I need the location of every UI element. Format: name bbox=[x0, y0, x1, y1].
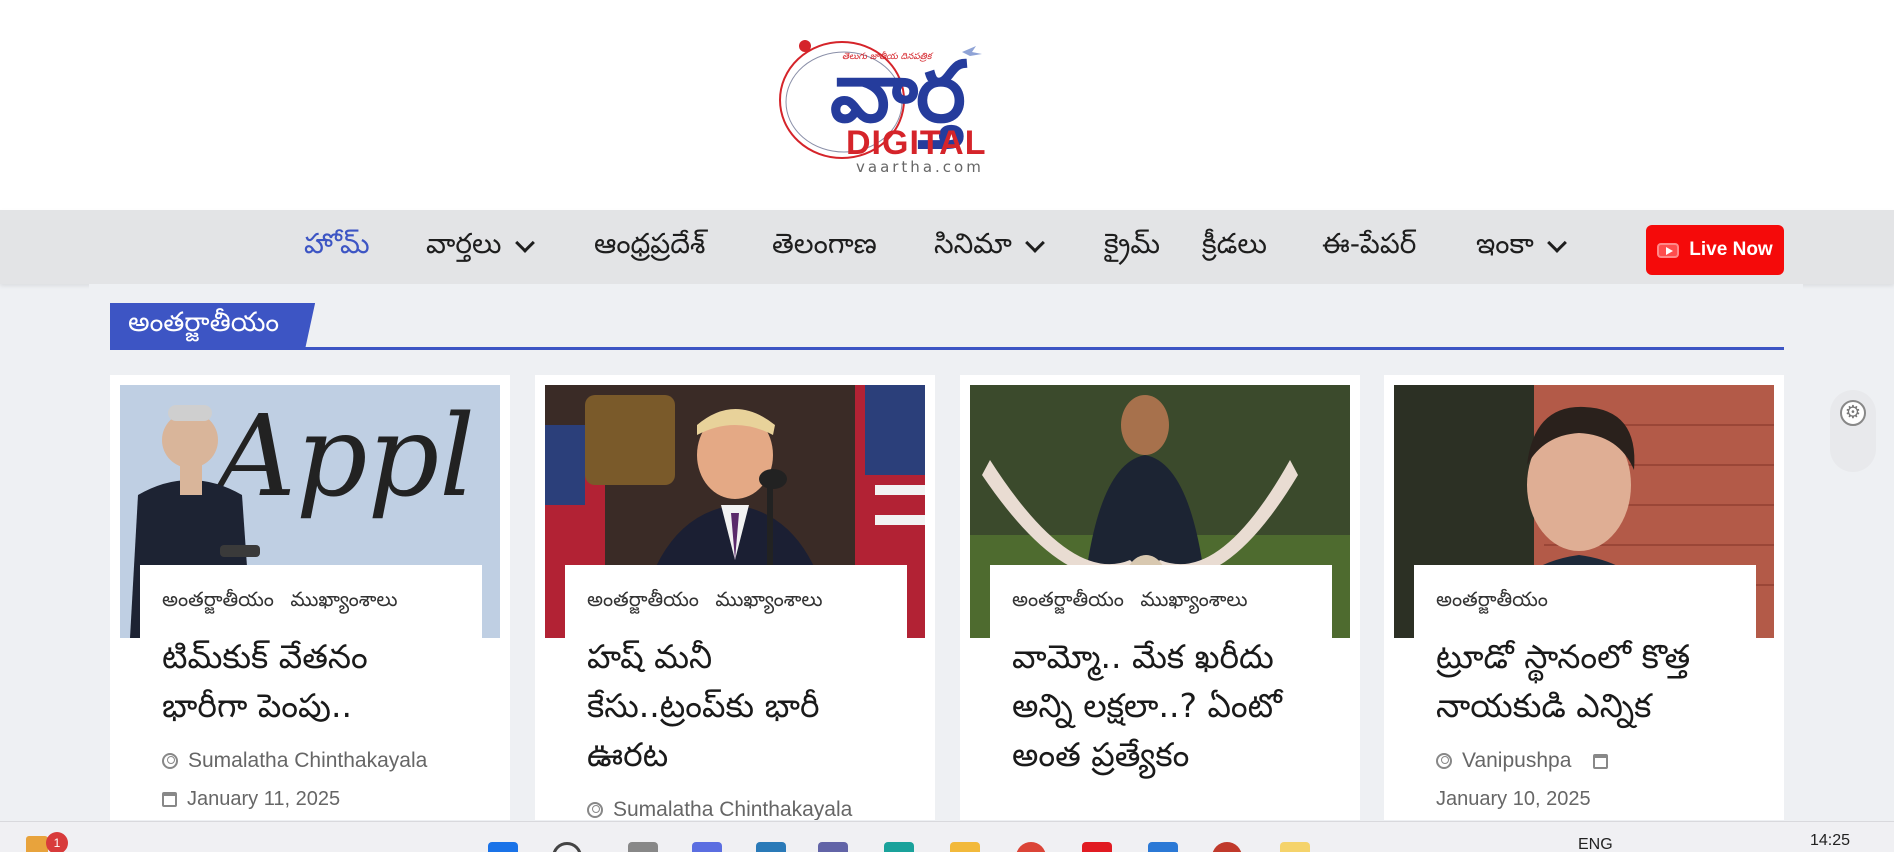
article-card[interactable]: Appl అంతర్జాతీయం ముఖ్యాంశాలు టిమ్‌కుక్ వ… bbox=[110, 375, 510, 820]
article-card[interactable]: అంతర్జాతీయం ముఖ్యాంశాలు హష్ మనీ కేసు..ట్… bbox=[535, 375, 935, 820]
article-categories: అంతర్జాతీయం ముఖ్యాంశాలు bbox=[587, 587, 885, 616]
author-link[interactable]: Sumalatha Chinthakayala bbox=[613, 791, 852, 820]
article-body: అంతర్జాతీయం ముఖ్యాంశాలు హష్ మనీ కేసు..ట్… bbox=[565, 565, 907, 820]
logo-wordmark: వార్త bbox=[830, 43, 966, 141]
article-card[interactable]: అంతర్జాతీయం ట్రూడో స్థానంలో కొత్త నాయకుడ… bbox=[1384, 375, 1784, 820]
edge-icon[interactable] bbox=[884, 842, 914, 852]
article-body: అంతర్జాతీయం ముఖ్యాంశాలు టిమ్‌కుక్ వేతనం … bbox=[140, 565, 482, 820]
folder-icon[interactable] bbox=[1280, 842, 1310, 852]
main-nav: హోమ్ వార్తలు ఆంధ్రప్రదేశ్ తెలంగాణ సినిమా… bbox=[0, 210, 1894, 284]
calendar-icon bbox=[162, 791, 177, 807]
article-categories: అంతర్జాతీయం bbox=[1436, 587, 1734, 616]
article-categories: అంతర్జాతీయం ముఖ్యాంశాలు bbox=[162, 587, 460, 616]
article-meta: Sumalatha Chinthakayala January 11, 2025 bbox=[162, 742, 460, 818]
site-logo[interactable]: తెలుగు జాతీయ దినపత్రిక వార్త DIGITAL vaa… bbox=[772, 22, 1042, 182]
article-card[interactable]: అంతర్జాతీయం ముఖ్యాంశాలు వామ్మో.. మేక ఖరీ… bbox=[960, 375, 1360, 820]
nav-item-news[interactable]: వార్తలు bbox=[426, 210, 535, 284]
article-title[interactable]: హష్ మనీ కేసు..ట్రంప్‌కు భారీ ఊరట bbox=[587, 632, 885, 779]
settings-panel-toggle[interactable]: ⚙ bbox=[1830, 390, 1876, 472]
widgets-icon[interactable] bbox=[26, 836, 48, 852]
article-title[interactable]: టిమ్‌కుక్ వేతనం భారీగా పెంపు.. bbox=[162, 632, 460, 730]
user-icon bbox=[1436, 753, 1452, 769]
browser-profile-icon[interactable] bbox=[1212, 842, 1242, 852]
clock[interactable]: 14:25 bbox=[1810, 832, 1850, 850]
chevron-down-icon bbox=[1546, 233, 1567, 253]
nav-item-cinema[interactable]: సినిమా bbox=[934, 210, 1045, 284]
article-date: January 10, 2025 bbox=[1436, 788, 1591, 810]
logo-domain: vaartha.com bbox=[856, 158, 984, 176]
category-link[interactable]: ముఖ్యాంశాలు bbox=[1140, 587, 1247, 611]
gear-icon: ⚙ bbox=[1840, 400, 1866, 426]
nav-item-label: ఇంకా bbox=[1476, 227, 1534, 260]
article-title[interactable]: వామ్మో.. మేక ఖరీదు అన్ని లక్షలా..? ఏంటో … bbox=[1012, 632, 1310, 779]
nav-item-home[interactable]: హోమ్ bbox=[304, 210, 370, 284]
nav-item-crime[interactable]: క్రైమ్ bbox=[1104, 210, 1160, 284]
site-header: తెలుగు జాతీయ దినపత్రిక వార్త DIGITAL vaa… bbox=[0, 0, 1894, 210]
windows-start-icon[interactable] bbox=[488, 842, 518, 852]
article-title[interactable]: ట్రూడో స్థానంలో కొత్త నాయకుడి ఎన్నిక bbox=[1436, 632, 1734, 730]
search-icon[interactable] bbox=[552, 842, 582, 852]
app-icon[interactable] bbox=[1082, 842, 1112, 852]
category-link[interactable]: అంతర్జాతీయం bbox=[1012, 587, 1124, 611]
user-icon bbox=[162, 753, 178, 769]
chrome-icon[interactable] bbox=[1016, 842, 1046, 852]
nav-item-sports[interactable]: క్రీడలు bbox=[1202, 210, 1267, 284]
article-date: January 11, 2025 bbox=[187, 788, 341, 810]
author-link[interactable]: Vanipushpa bbox=[1462, 742, 1571, 780]
live-now-label: Live Now bbox=[1689, 239, 1773, 260]
language-indicator[interactable]: ENG bbox=[1578, 836, 1613, 852]
nav-item-label: క్రైమ్ bbox=[1104, 227, 1161, 260]
category-link[interactable]: అంతర్జాతీయం bbox=[162, 587, 274, 611]
image-text: Appl bbox=[206, 392, 475, 522]
nav-item-label: ఈ-పేపర్ bbox=[1322, 227, 1417, 260]
category-link[interactable]: ముఖ్యాంశాలు bbox=[290, 587, 397, 611]
article-meta: Sumalatha Chinthakayala bbox=[587, 791, 885, 820]
category-link[interactable]: అంతర్జాతీయం bbox=[587, 587, 699, 611]
nav-item-label: క్రీడలు bbox=[1202, 227, 1267, 260]
author-link[interactable]: Sumalatha Chinthakayala bbox=[188, 742, 427, 780]
category-link[interactable]: అంతర్జాతీయం bbox=[1436, 587, 1548, 611]
chevron-down-icon bbox=[514, 233, 535, 253]
task-view-icon[interactable] bbox=[628, 842, 658, 852]
nav-item-andhra-pradesh[interactable]: ఆంధ్రప్రదేశ్ bbox=[594, 210, 705, 284]
file-explorer-icon[interactable] bbox=[950, 842, 980, 852]
teams-icon[interactable] bbox=[818, 842, 848, 852]
user-icon bbox=[587, 802, 603, 818]
nav-item-label: వార్తలు bbox=[426, 227, 502, 260]
vscode-icon[interactable] bbox=[1148, 842, 1178, 852]
nav-item-label: హోమ్ bbox=[304, 227, 370, 260]
section-title: అంతర్జాతీయం bbox=[128, 307, 280, 338]
nav-item-more[interactable]: ఇంకా bbox=[1476, 210, 1567, 284]
notification-badge: 1 bbox=[46, 832, 68, 852]
category-link[interactable]: ముఖ్యాంశాలు bbox=[715, 587, 822, 611]
section-heading[interactable]: అంతర్జాతీయం bbox=[110, 303, 315, 349]
youtube-icon bbox=[1657, 242, 1680, 258]
calendar-icon bbox=[1593, 753, 1609, 769]
store-icon[interactable] bbox=[756, 842, 786, 852]
logo-digital: DIGITAL bbox=[846, 124, 987, 162]
article-body: అంతర్జాతీయం ముఖ్యాంశాలు వామ్మో.. మేక ఖరీ… bbox=[990, 565, 1332, 820]
article-categories: అంతర్జాతీయం ముఖ్యాంశాలు bbox=[1012, 587, 1310, 616]
nav-item-label: సినిమా bbox=[934, 227, 1012, 260]
nav-item-label: ఆంధ్రప్రదేశ్ bbox=[594, 227, 706, 260]
article-body: అంతర్జాతీయం ట్రూడో స్థానంలో కొత్త నాయకుడ… bbox=[1414, 565, 1756, 820]
section-divider bbox=[110, 347, 1784, 350]
nav-item-telangana[interactable]: తెలంగాణ bbox=[772, 210, 877, 284]
os-taskbar: 1 ENG 14:25 bbox=[0, 821, 1894, 852]
live-now-button[interactable]: Live Now bbox=[1646, 225, 1784, 275]
nav-item-epaper[interactable]: ఈ-పేపర్ bbox=[1322, 210, 1416, 284]
copilot-icon[interactable] bbox=[692, 842, 722, 852]
chevron-down-icon bbox=[1025, 233, 1045, 253]
nav-item-label: తెలంగాణ bbox=[772, 227, 877, 260]
article-meta: Vanipushpa January 10, 2025 bbox=[1436, 742, 1734, 818]
